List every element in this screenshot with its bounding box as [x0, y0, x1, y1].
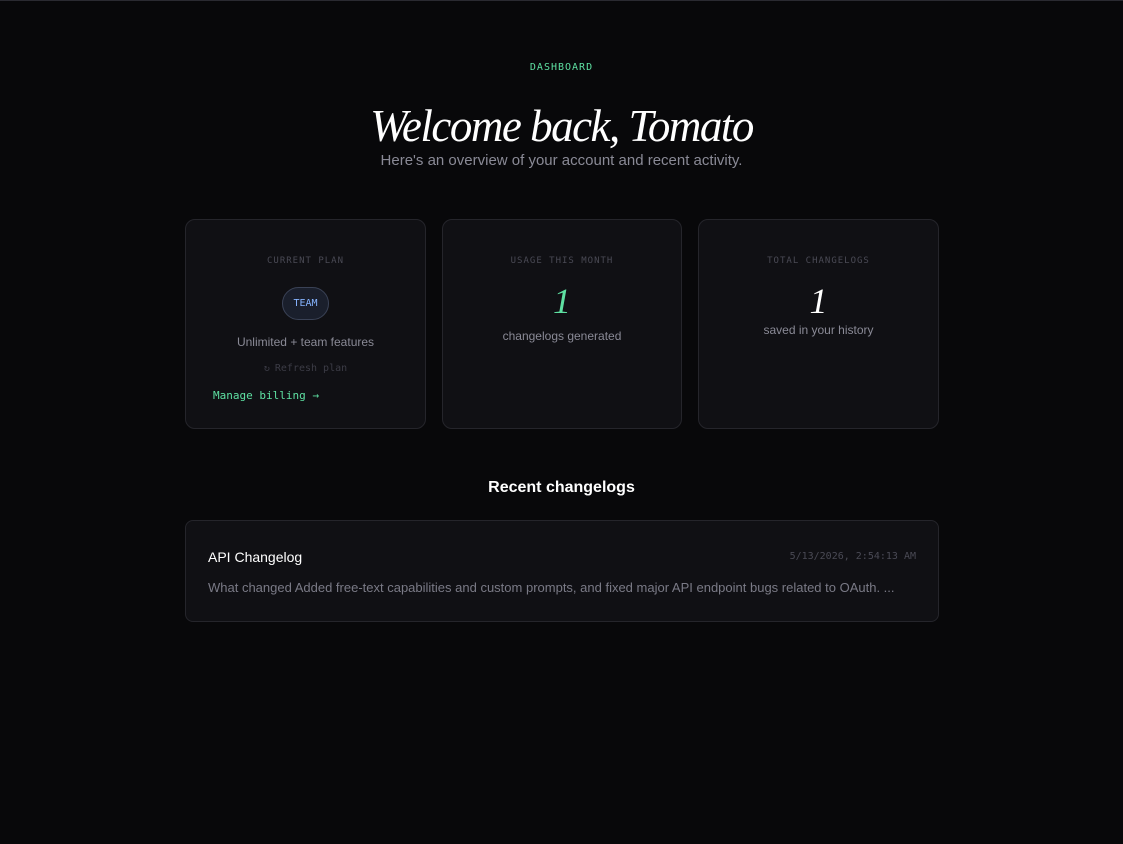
- page-subtitle: Here's an overview of your account and r…: [380, 152, 743, 169]
- page-eyebrow: DASHBOARD: [529, 62, 594, 73]
- changelog-summary: What changed Added free-text capabilitie…: [208, 580, 895, 595]
- refresh-plan-button[interactable]: ↻ Refresh plan: [186, 363, 425, 374]
- total-changelogs-label: TOTAL CHANGELOGS: [767, 256, 870, 266]
- usage-card: USAGE THIS MONTH 1 changelogs generated: [442, 219, 682, 429]
- total-changelogs-card: TOTAL CHANGELOGS 1 saved in your history: [698, 219, 939, 429]
- refresh-plan-label: Refresh plan: [274, 363, 348, 374]
- changelog-timestamp: 5/13/2026, 2:54:13 AM: [789, 551, 916, 562]
- current-plan-label: CURRENT PLAN: [266, 256, 345, 266]
- usage-label: USAGE THIS MONTH: [510, 256, 614, 266]
- recent-changelogs-heading: Recent changelogs: [488, 479, 635, 496]
- total-changelogs-count: 1: [809, 281, 828, 321]
- refresh-icon: ↻: [263, 363, 270, 374]
- total-changelogs-caption: saved in your history: [763, 323, 874, 337]
- current-plan-card: CURRENT PLAN TEAM Unlimited + team featu…: [185, 219, 426, 429]
- usage-caption: changelogs generated: [502, 329, 622, 343]
- top-divider: [0, 0, 1123, 1]
- changelog-title: API Changelog: [208, 549, 303, 565]
- plan-badge: TEAM: [282, 287, 329, 320]
- plan-description: Unlimited + team features: [236, 335, 375, 349]
- manage-billing-link[interactable]: Manage billing →: [213, 389, 319, 402]
- usage-count: 1: [553, 281, 571, 321]
- page-title: Welcome back, Tomato: [370, 101, 754, 151]
- changelog-list-item[interactable]: API Changelog 5/13/2026, 2:54:13 AM What…: [185, 520, 939, 622]
